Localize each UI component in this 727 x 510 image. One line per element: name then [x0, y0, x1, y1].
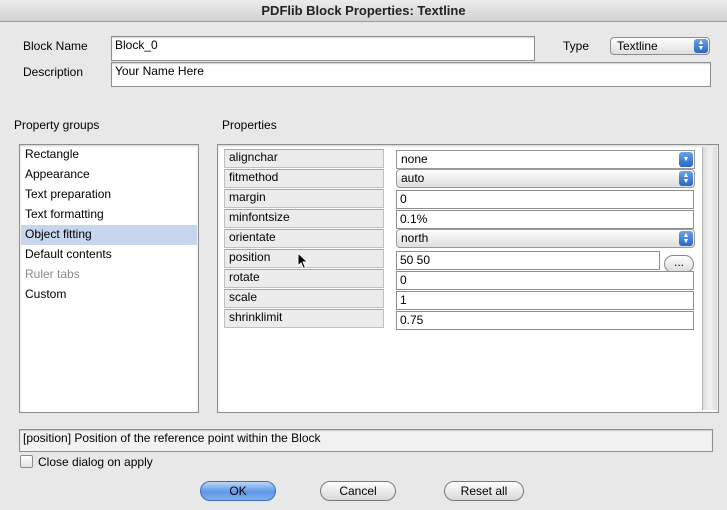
property-groups-list[interactable]: Rectangle Appearance Text preparation Te…	[19, 144, 199, 413]
prop-value-fitmethod: auto	[401, 171, 425, 185]
description-input[interactable]: Your Name Here	[111, 62, 711, 87]
prop-value-fitmethod-select[interactable]: auto ▲ ▼	[396, 169, 695, 188]
group-item-custom[interactable]: Custom	[21, 285, 197, 305]
prop-value-orientate: north	[401, 231, 429, 245]
ok-button-label: OK	[229, 484, 247, 498]
properties-heading: Properties	[222, 118, 277, 132]
prop-value-position: 50 50	[400, 253, 431, 267]
type-value: Textline	[617, 39, 658, 53]
popup-arrows-icon: ▲ ▼	[694, 39, 708, 53]
group-item-appearance[interactable]: Appearance	[21, 165, 197, 185]
prop-name-orientate: orientate	[224, 229, 384, 248]
mouse-cursor-icon	[297, 252, 309, 270]
prop-value-alignchar: none	[401, 152, 428, 166]
group-item-rectangle[interactable]: Rectangle	[21, 145, 197, 165]
cancel-button[interactable]: Cancel	[320, 481, 396, 501]
close-on-apply-checkbox[interactable]	[20, 455, 33, 468]
type-label: Type	[563, 39, 590, 53]
prop-value-shrinklimit: 0.75	[400, 313, 424, 327]
cancel-button-label: Cancel	[339, 484, 377, 498]
prop-value-shrinklimit-input[interactable]: 0.75	[396, 311, 694, 330]
properties-scrollbar[interactable]	[702, 147, 717, 410]
prop-name-shrinklimit: shrinklimit	[224, 309, 384, 328]
block-name-value: Block_0	[115, 38, 158, 52]
reset-all-button[interactable]: Reset all	[444, 481, 524, 501]
prop-value-rotate-input[interactable]: 0	[396, 271, 694, 290]
prop-value-scale: 1	[400, 293, 407, 307]
close-on-apply-label[interactable]: Close dialog on apply	[38, 455, 153, 469]
popup-arrows-icon: ▲ ▼	[679, 231, 693, 246]
group-item-label: Object fitting	[25, 227, 92, 241]
prop-name-margin: margin	[224, 189, 384, 208]
help-text-box: [position] Position of the reference poi…	[19, 429, 713, 452]
prop-value-alignchar-select[interactable]: none ▼	[396, 150, 695, 169]
prop-name-alignchar: alignchar	[224, 149, 384, 168]
ellipsis-icon: ...	[673, 255, 684, 269]
group-item-label: Default contents	[25, 247, 112, 261]
prop-value-scale-input[interactable]: 1	[396, 291, 694, 310]
window-title: PDFlib Block Properties: Textline	[261, 3, 466, 18]
group-item-text-formatting[interactable]: Text formatting	[21, 205, 197, 225]
prop-name-minfontsize: minfontsize	[224, 209, 384, 228]
popup-arrows-icon: ▲ ▼	[679, 171, 693, 186]
description-value: Your Name Here	[115, 64, 204, 78]
property-groups-heading: Property groups	[14, 118, 100, 132]
group-item-label: Custom	[25, 287, 67, 301]
group-item-label: Text formatting	[25, 207, 104, 221]
help-text: [position] Position of the reference poi…	[23, 431, 321, 445]
prop-value-minfontsize: 0.1%	[400, 212, 428, 226]
group-item-label: Ruler tabs	[25, 267, 80, 281]
group-item-label: Appearance	[25, 167, 90, 181]
ok-button[interactable]: OK	[200, 481, 276, 501]
type-popup[interactable]: Textline ▲ ▼	[610, 37, 710, 55]
prop-value-orientate-select[interactable]: north ▲ ▼	[396, 229, 695, 248]
block-name-input[interactable]: Block_0	[111, 36, 535, 61]
group-item-label: Text preparation	[25, 187, 112, 201]
properties-table[interactable]: alignchar none ▼ fitmethod auto ▲ ▼ margi…	[217, 144, 719, 413]
window-title-bar[interactable]: PDFlib Block Properties: Textline	[0, 0, 727, 22]
group-item-default-contents[interactable]: Default contents	[21, 245, 197, 265]
group-item-label: Rectangle	[25, 147, 80, 161]
dropdown-arrow-icon: ▼	[679, 152, 693, 167]
block-name-label: Block Name	[23, 39, 88, 53]
reset-all-button-label: Reset all	[460, 484, 508, 498]
prop-name-fitmethod: fitmethod	[224, 169, 384, 188]
prop-value-rotate: 0	[400, 273, 407, 287]
group-item-text-preparation[interactable]: Text preparation	[21, 185, 197, 205]
prop-value-minfontsize-input[interactable]: 0.1%	[396, 210, 694, 229]
description-label: Description	[23, 65, 84, 79]
prop-value-margin-input[interactable]: 0	[396, 190, 694, 209]
prop-name-scale: scale	[224, 289, 384, 308]
prop-name-rotate: rotate	[224, 269, 384, 288]
prop-value-position-input[interactable]: 50 50	[396, 251, 660, 270]
group-item-ruler-tabs: Ruler tabs	[21, 265, 197, 285]
prop-value-margin: 0	[400, 192, 407, 206]
group-item-object-fitting[interactable]: Object fitting	[21, 225, 197, 245]
